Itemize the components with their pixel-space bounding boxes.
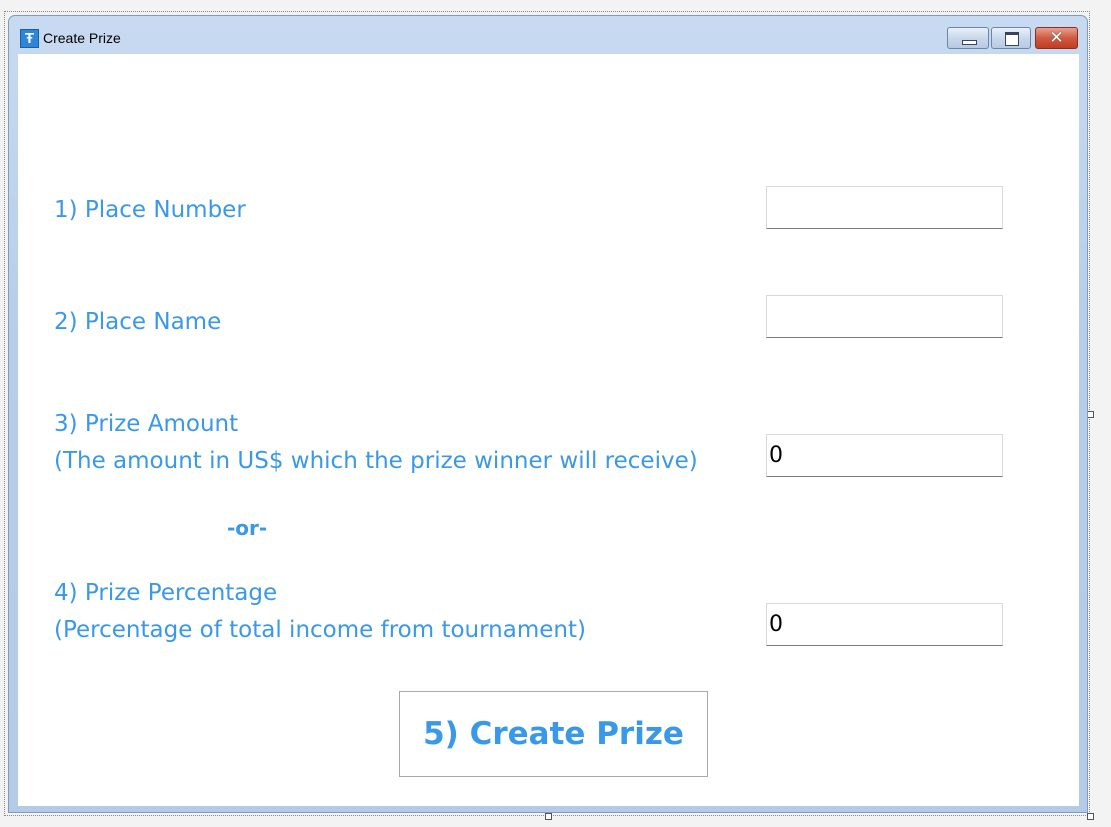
place-number-input[interactable] (766, 186, 1003, 229)
prize-amount-description: (The amount in US$ which the prize winne… (54, 448, 698, 474)
prize-percentage-input[interactable] (766, 603, 1003, 646)
minimize-icon (962, 40, 977, 45)
place-number-label: 1) Place Number (54, 197, 246, 223)
close-button[interactable]: ✕ (1035, 27, 1078, 49)
window-title: Create Prize (43, 30, 121, 46)
title-bar[interactable]: Ŧ Create Prize ✕ (9, 16, 1087, 54)
resize-handle-right[interactable] (1087, 411, 1094, 418)
create-prize-button[interactable]: 5) Create Prize (399, 691, 708, 777)
resize-handle-bottom[interactable] (545, 813, 552, 820)
prize-percentage-label: 4) Prize Percentage (54, 580, 278, 606)
maximize-button[interactable] (991, 27, 1031, 49)
create-prize-window: Ŧ Create Prize ✕ 1) Place Number 2) Plac… (8, 15, 1088, 813)
minimize-button[interactable] (947, 27, 989, 49)
app-icon: Ŧ (20, 29, 39, 48)
close-icon: ✕ (1049, 28, 1064, 48)
or-separator: -or- (227, 516, 268, 540)
maximize-icon (1005, 32, 1019, 46)
prize-amount-label: 3) Prize Amount (54, 411, 239, 437)
resize-handle-corner[interactable] (1087, 813, 1094, 820)
form-client-area: 1) Place Number 2) Place Name 3) Prize A… (18, 54, 1079, 806)
prize-amount-input[interactable] (766, 434, 1003, 477)
place-name-input[interactable] (766, 295, 1003, 338)
place-name-label: 2) Place Name (54, 309, 222, 335)
prize-percentage-description: (Percentage of total income from tournam… (54, 617, 586, 643)
